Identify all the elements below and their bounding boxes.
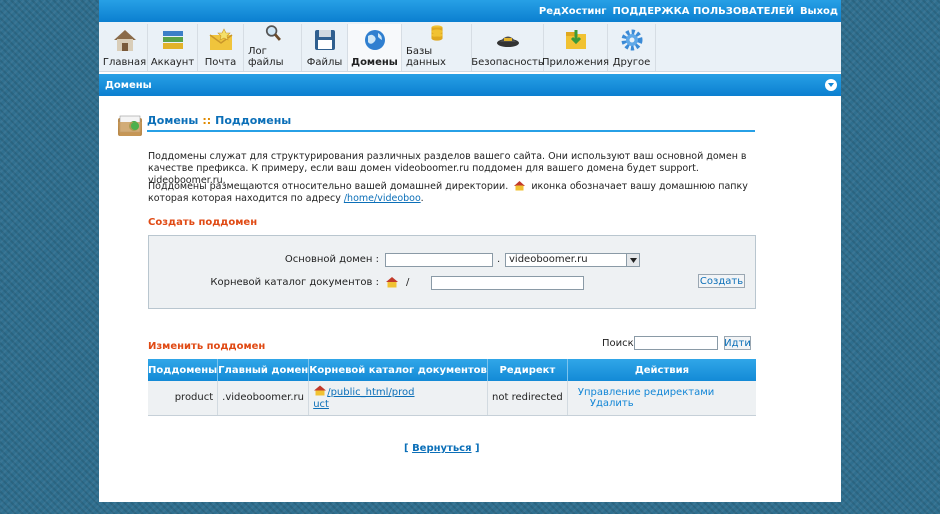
- chevron-down-icon: [626, 254, 639, 266]
- domains-folder-icon: [118, 115, 142, 136]
- collapse-button[interactable]: [825, 79, 837, 91]
- arrow-down-icon: [828, 83, 834, 87]
- toolbar-label: Другое: [612, 57, 651, 68]
- cell-docroot: /public_html/prod uct: [308, 381, 488, 416]
- domain-select[interactable]: videoboomer.ru: [505, 253, 640, 267]
- brand-link[interactable]: РедХостинг: [539, 6, 607, 17]
- section-title: Домены: [105, 79, 152, 91]
- breadcrumb-parent[interactable]: Домены: [147, 114, 198, 127]
- home-dir-paragraph: Поддомены размещаются относительно вашей…: [148, 180, 758, 205]
- logout-link[interactable]: Выход: [800, 6, 838, 17]
- toolbar-label: Домены: [351, 57, 398, 68]
- column-header: Главный домен: [217, 359, 310, 381]
- column-header: Редирект: [487, 359, 568, 381]
- home-folder-icon: [386, 277, 398, 288]
- toolbar-label: Лог файлы: [248, 46, 284, 68]
- globe-icon: [364, 30, 385, 50]
- gear-icon: [621, 29, 642, 51]
- search-label: Поиск: [602, 338, 634, 349]
- back-link[interactable]: Вернуться: [412, 443, 471, 454]
- security-cap-icon: [496, 36, 519, 47]
- column-header: Действия: [567, 359, 756, 381]
- create-button[interactable]: Создать: [698, 274, 745, 288]
- docroot-link[interactable]: /public_html/prod: [327, 387, 414, 398]
- column-header: Корневой каталог документов: [308, 359, 488, 381]
- search-input[interactable]: [634, 336, 718, 350]
- home-dir-text: Поддомены размещаются относительно вашей…: [148, 181, 509, 192]
- magnifier-icon: [265, 25, 281, 41]
- toolbar-databases[interactable]: Базы данных: [402, 24, 472, 71]
- cell-main-domain: .videoboomer.ru: [217, 381, 310, 416]
- cell-subdomain: product: [148, 381, 219, 416]
- subdomain-input[interactable]: [385, 253, 493, 267]
- toolbar-label: Безопасность: [471, 57, 544, 68]
- floppy-icon: [314, 30, 335, 50]
- cell-actions: Управление редиректами Удалить: [567, 381, 756, 416]
- toolbar-apps[interactable]: Приложения: [541, 24, 610, 71]
- search-button[interactable]: Идти: [724, 336, 751, 350]
- title-underline: [147, 130, 755, 132]
- books-icon: [162, 31, 183, 49]
- domain-dot: .: [497, 254, 501, 265]
- top-bar: РедХостинг ПОДДЕРЖКА ПОЛЬЗОВАТЕЛЕЙ Выход: [99, 0, 841, 22]
- toolbar-logs[interactable]: Лог файлы: [244, 24, 302, 71]
- docroot-input[interactable]: [431, 276, 584, 290]
- toolbar-label: Приложения: [541, 57, 610, 68]
- house-icon: [113, 30, 136, 51]
- section-bar: Домены: [99, 74, 841, 96]
- page: РедХостинг ПОДДЕРЖКА ПОЛЬЗОВАТЕЛЕЙ Выход…: [99, 0, 841, 502]
- breadcrumb-current: Поддомены: [215, 114, 292, 127]
- delete-link[interactable]: Удалить: [590, 398, 634, 409]
- bracket-open: [: [404, 443, 409, 454]
- toolbar-home[interactable]: Главная: [102, 24, 148, 71]
- page-title: Домены:: Поддомены: [117, 112, 757, 142]
- docroot-label: Корневой каталог документов :: [210, 277, 379, 288]
- main-toolbar: Главная Аккаунт Почта Лог файлы Файлы До…: [99, 22, 841, 72]
- column-header: Поддомены: [148, 359, 219, 381]
- database-icon: [430, 25, 443, 41]
- home-path-end: .: [420, 193, 424, 204]
- toolbar-account[interactable]: Аккаунт: [148, 24, 198, 71]
- home-folder-icon: [314, 385, 327, 396]
- toolbar-security[interactable]: Безопасность: [471, 24, 544, 71]
- create-heading: Создать поддомен: [148, 217, 258, 228]
- home-path-link[interactable]: /home/videoboo: [344, 193, 421, 204]
- domain-label: Основной домен :: [284, 254, 379, 265]
- back-link-wrapper: [ Вернуться ]: [404, 443, 480, 454]
- apps-folder-icon: [565, 30, 586, 49]
- toolbar-label: Главная: [102, 57, 147, 68]
- toolbar-domains[interactable]: Домены: [348, 24, 402, 71]
- docroot-slash: /: [406, 277, 410, 288]
- create-form: Основной домен : . videoboomer.ru Корнев…: [148, 235, 756, 309]
- breadcrumb-separator: ::: [202, 114, 212, 127]
- manage-redirects-link[interactable]: Управление редиректами: [578, 387, 714, 398]
- manage-heading: Изменить поддомен: [148, 341, 266, 352]
- support-link[interactable]: ПОДДЕРЖКА ПОЛЬЗОВАТЕЛЕЙ: [613, 6, 794, 17]
- toolbar-files[interactable]: Файлы: [302, 24, 348, 71]
- toolbar-label: Аккаунт: [150, 57, 195, 68]
- docroot-link-cont[interactable]: uct: [313, 399, 329, 410]
- toolbar-label: Файлы: [306, 57, 343, 68]
- toolbar-mail[interactable]: Почта: [198, 24, 244, 71]
- home-folder-icon: [514, 181, 526, 191]
- bracket-close: ]: [475, 443, 480, 454]
- subdomains-table: Поддомены Главный домен Корневой каталог…: [148, 359, 756, 416]
- mail-icon: [209, 28, 232, 50]
- toolbar-label: Базы данных: [406, 46, 446, 68]
- cell-redirect: not redirected: [487, 381, 568, 416]
- table-row: product .videoboomer.ru /public_html/pro…: [148, 381, 756, 416]
- domain-select-value: videoboomer.ru: [509, 254, 588, 265]
- toolbar-label: Почта: [204, 57, 237, 68]
- table-header-row: Поддомены Главный домен Корневой каталог…: [148, 359, 756, 381]
- toolbar-other[interactable]: Другое: [608, 24, 656, 71]
